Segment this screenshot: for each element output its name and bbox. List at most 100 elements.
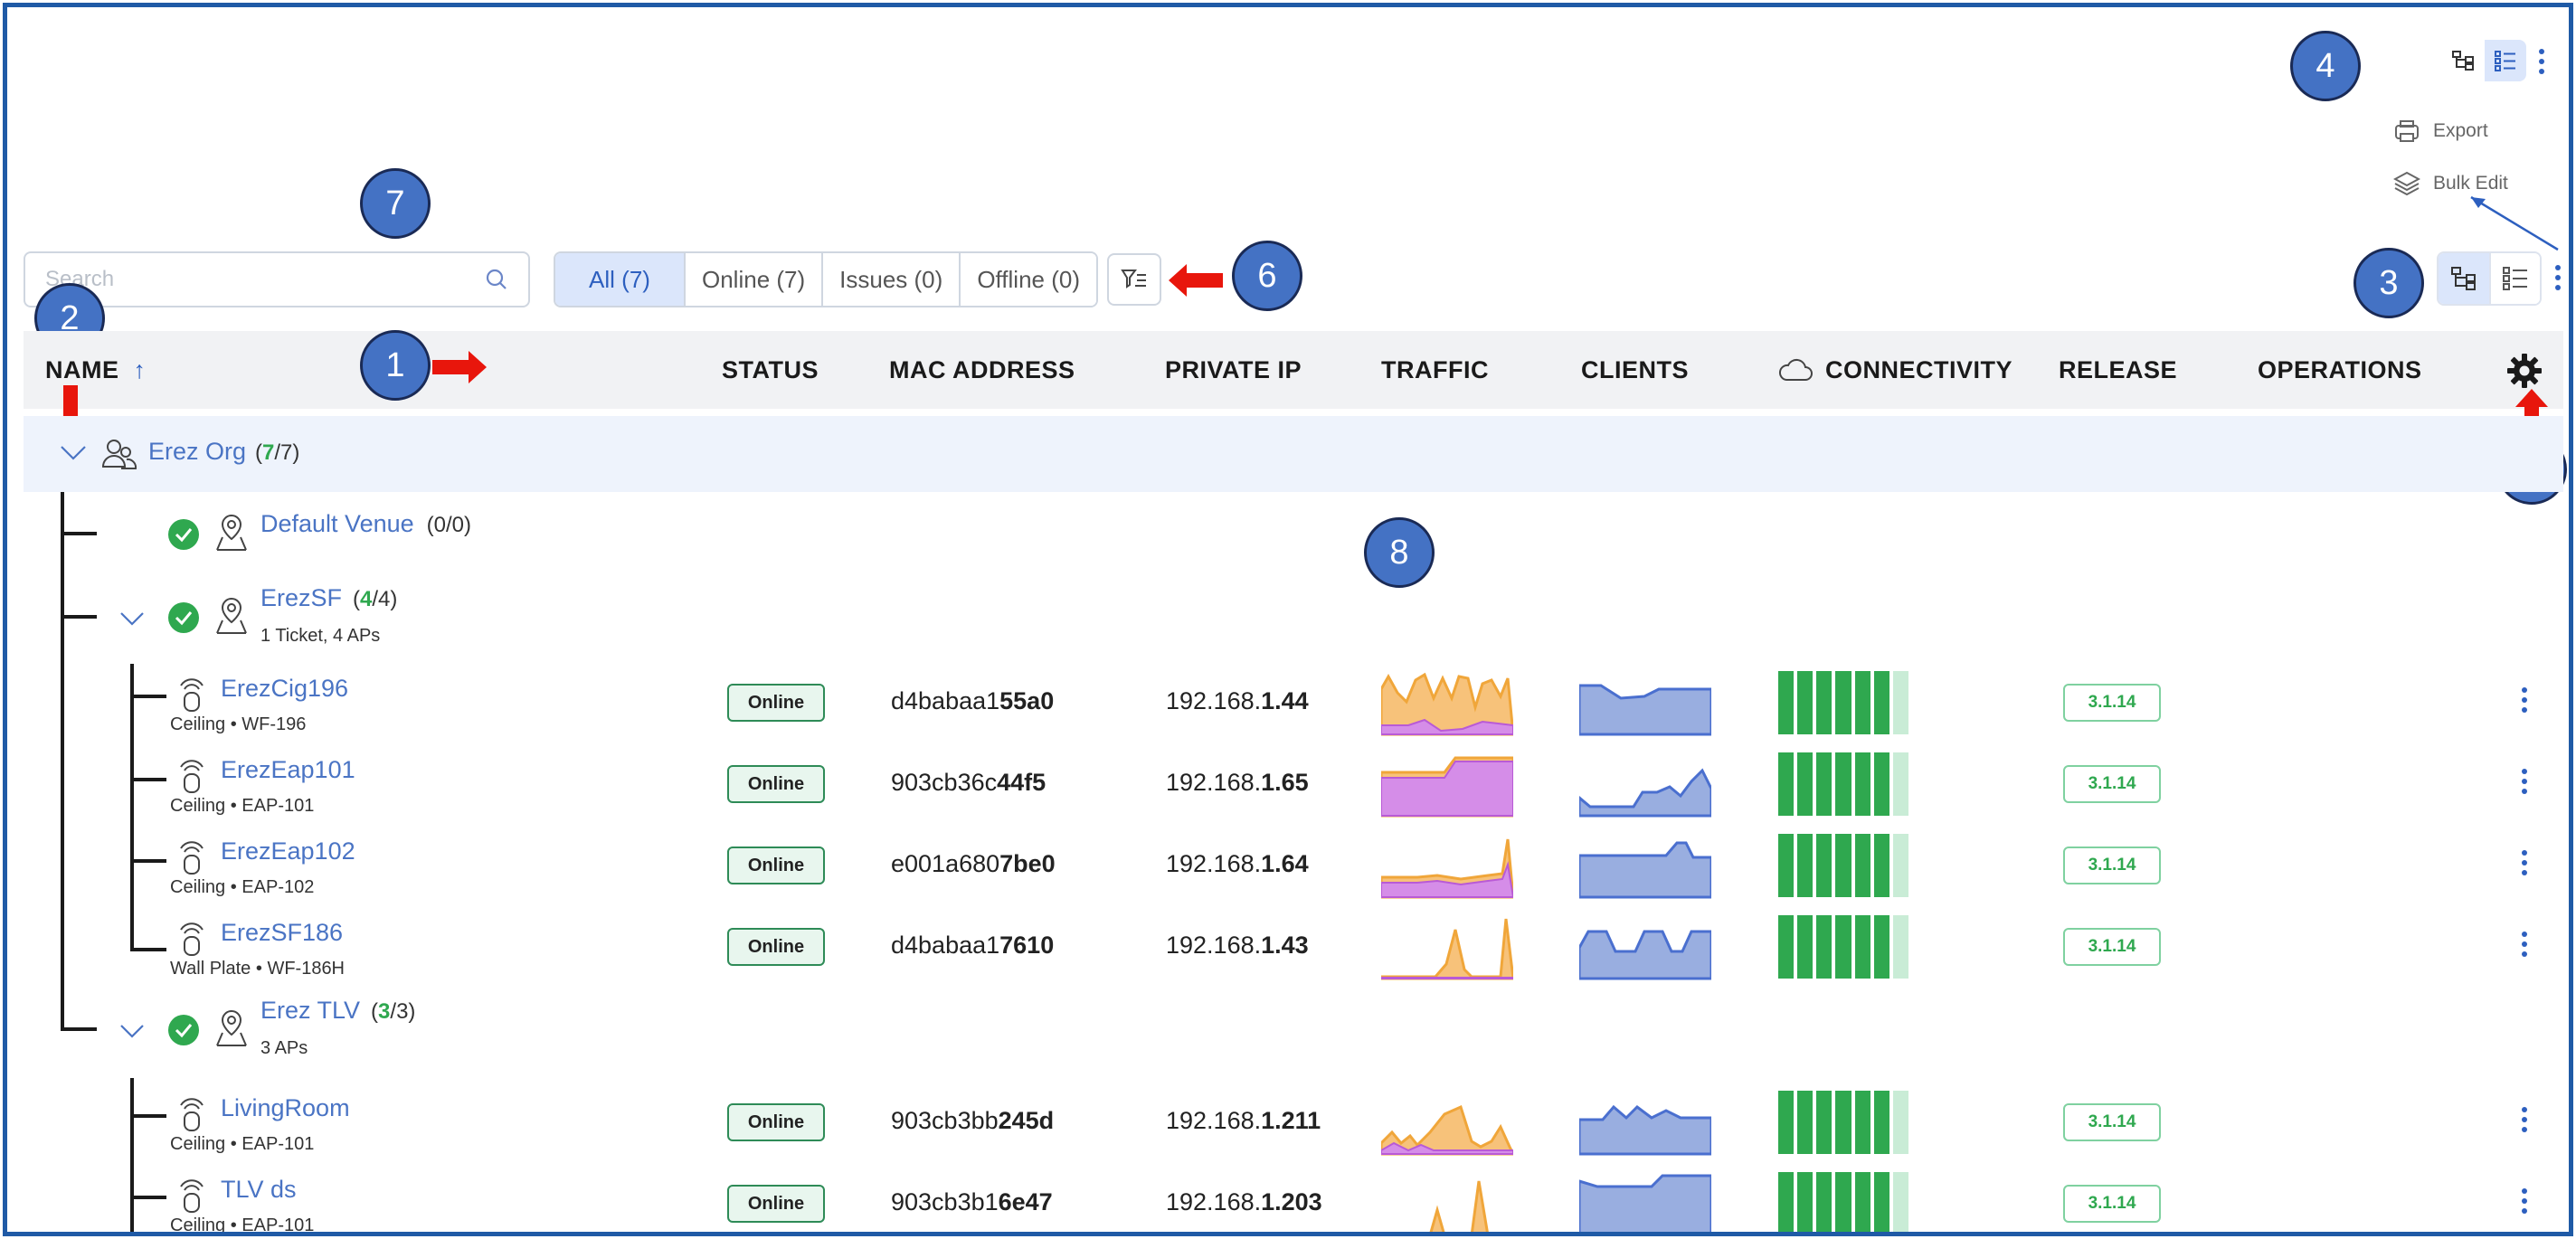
- device-row[interactable]: ErezCig196 Ceiling • WF-196 Online d4bab…: [7, 671, 2567, 743]
- device-name-link[interactable]: ErezEap101: [221, 756, 355, 784]
- tree-view-icon: [2451, 267, 2476, 290]
- access-point-icon: [180, 841, 204, 875]
- mini-view-toggle: [2443, 40, 2526, 81]
- list-view-icon: [2503, 267, 2527, 290]
- tree-branch: [61, 532, 97, 535]
- venue-pin-icon: [216, 597, 247, 634]
- venue-pin-icon: [216, 1009, 247, 1046]
- filter-list-icon: [1121, 270, 1146, 288]
- export-icon: [2395, 120, 2419, 142]
- org-name-link[interactable]: Erez Org: [148, 438, 246, 466]
- connectivity-bars: [1778, 834, 1908, 897]
- column-settings-gear-icon[interactable]: [2506, 353, 2543, 389]
- venue-row[interactable]: Erez TLV (3/3) 3 APs: [107, 997, 740, 1069]
- clients-sparkline: [1579, 768, 1711, 818]
- status-badge: Online: [727, 928, 825, 966]
- status-badge: Online: [727, 1185, 825, 1223]
- advanced-filter-button[interactable]: [1107, 253, 1161, 306]
- traffic-sparkline: [1381, 672, 1513, 736]
- mac-address: 903cb3bb245d: [891, 1107, 1055, 1134]
- venue-count: (3/3): [371, 999, 416, 1024]
- sort-ascending-icon[interactable]: ↑: [134, 356, 147, 384]
- connectivity-bars: [1778, 1091, 1908, 1154]
- filter-all[interactable]: All (7): [555, 253, 686, 306]
- col-status: STATUS: [722, 355, 819, 383]
- filter-online[interactable]: Online (7): [686, 253, 824, 306]
- org-users-icon: [101, 440, 137, 469]
- release-badge: 3.1.14: [2063, 684, 2161, 722]
- connectivity-bars: [1778, 915, 1908, 979]
- traffic-sparkline: [1381, 838, 1513, 899]
- device-row[interactable]: ErezEap101 Ceiling • EAP-101 Online 903c…: [7, 752, 2567, 825]
- status-badge: Online: [727, 684, 825, 722]
- callout-8: 8: [1364, 517, 1435, 588]
- venue-row[interactable]: Default Venue (0/0): [161, 510, 794, 561]
- venue-name-link[interactable]: ErezSF: [260, 584, 342, 612]
- venue-name-link[interactable]: Erez TLV: [260, 997, 360, 1025]
- row-operations-kebab[interactable]: [2522, 932, 2527, 957]
- menu-export[interactable]: Export: [2393, 118, 2488, 145]
- pointer-arrow: [2470, 195, 2559, 251]
- callout-4: 4: [2290, 31, 2361, 101]
- callout-1: 1: [360, 330, 431, 401]
- venue-row[interactable]: ErezSF (4/4) 1 Ticket, 4 APs: [107, 584, 740, 657]
- device-row[interactable]: LivingRoom Ceiling • EAP-101 Online 903c…: [7, 1091, 2567, 1163]
- mini-list-view-button[interactable]: [2485, 40, 2526, 81]
- callout-arrow-1: [432, 351, 487, 383]
- org-count: (7/7): [255, 440, 300, 465]
- more-options-kebab[interactable]: [2555, 265, 2561, 290]
- chevron-down-icon[interactable]: [60, 445, 87, 461]
- device-name-link[interactable]: TLV ds: [221, 1176, 297, 1204]
- row-operations-kebab[interactable]: [2522, 769, 2527, 794]
- private-ip: 192.168.1.43: [1166, 932, 1309, 959]
- check-icon: [168, 519, 199, 550]
- tree-view-button[interactable]: [2439, 253, 2489, 304]
- access-point-icon: [180, 1098, 204, 1131]
- status-filter-tabs: All (7) Online (7) Issues (0) Offline (0…: [554, 251, 1098, 307]
- private-ip: 192.168.1.65: [1166, 769, 1309, 796]
- venue-subtitle: 3 APs: [260, 1038, 308, 1058]
- mini-more-kebab[interactable]: [2539, 49, 2544, 74]
- device-name-link[interactable]: ErezCig196: [221, 675, 348, 703]
- chevron-down-icon[interactable]: [119, 611, 145, 626]
- search-icon[interactable]: [485, 268, 508, 291]
- status-badge: Online: [727, 1103, 825, 1141]
- menu-export-label: Export: [2433, 120, 2488, 141]
- row-operations-kebab[interactable]: [2522, 1107, 2527, 1132]
- release-badge: 3.1.14: [2063, 765, 2161, 803]
- col-connectivity: CONNECTIVITY: [1778, 331, 2012, 409]
- clients-sparkline: [1579, 930, 1711, 980]
- device-mount-model: Ceiling • EAP-101: [170, 1134, 315, 1154]
- device-name-link[interactable]: ErezSF186: [221, 919, 343, 947]
- col-traffic: TRAFFIC: [1381, 355, 1489, 383]
- row-operations-kebab[interactable]: [2522, 850, 2527, 875]
- connectivity-bars: [1778, 752, 1908, 816]
- device-row[interactable]: TLV ds Ceiling • EAP-101 Online 903cb3b1…: [7, 1172, 2567, 1232]
- tree-branch: [61, 1027, 97, 1031]
- org-row[interactable]: Erez Org (7/7): [24, 416, 2563, 492]
- row-operations-kebab[interactable]: [2522, 1188, 2527, 1214]
- view-toggle: [2437, 251, 2542, 306]
- device-mount-model: Ceiling • WF-196: [170, 714, 307, 734]
- private-ip: 192.168.1.64: [1166, 850, 1309, 877]
- chevron-down-icon[interactable]: [119, 1024, 145, 1038]
- mac-address: e001a6807be0: [891, 850, 1056, 877]
- device-name-link[interactable]: LivingRoom: [221, 1094, 350, 1122]
- filter-offline[interactable]: Offline (0): [961, 253, 1096, 306]
- device-row[interactable]: ErezEap102 Ceiling • EAP-102 Online e001…: [7, 834, 2567, 906]
- list-view-button[interactable]: [2489, 253, 2540, 304]
- private-ip: 192.168.1.44: [1166, 687, 1309, 714]
- device-row[interactable]: ErezSF186 Wall Plate • WF-186H Online d4…: [7, 915, 2567, 988]
- cloud-icon: [1778, 358, 1813, 381]
- row-operations-kebab[interactable]: [2522, 687, 2527, 713]
- device-name-link[interactable]: ErezEap102: [221, 837, 355, 865]
- search-input[interactable]: [45, 267, 485, 292]
- callout-arrow-6: [1169, 264, 1223, 297]
- venue-name-link[interactable]: Default Venue: [260, 510, 414, 538]
- mini-tree-view-button[interactable]: [2443, 40, 2485, 81]
- filter-issues[interactable]: Issues (0): [823, 253, 961, 306]
- release-badge: 3.1.14: [2063, 1103, 2161, 1141]
- access-point-icon: [180, 760, 204, 793]
- col-private-ip: PRIVATE IP: [1165, 355, 1302, 383]
- venue-count: (0/0): [426, 513, 471, 537]
